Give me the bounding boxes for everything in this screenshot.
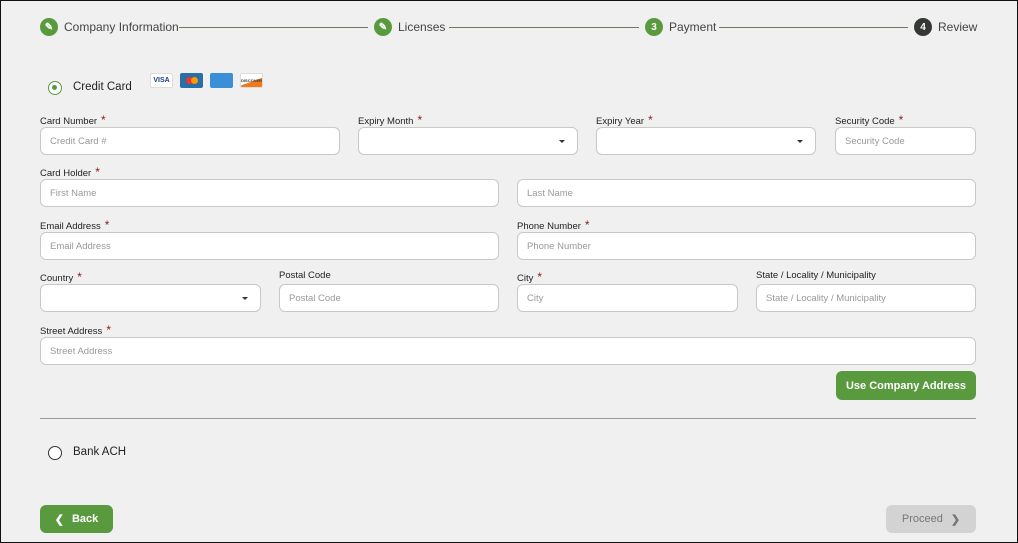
proceed-button[interactable]: Proceed ❯ (886, 505, 976, 533)
visa-logo: VISA (150, 73, 173, 88)
postal-code-label: Postal Code (279, 270, 331, 281)
expiry-year-label: Expiry Year * (596, 113, 653, 127)
step-connector (449, 27, 639, 28)
last-name-input[interactable]: Last Name (517, 179, 976, 207)
bank-ach-radio[interactable] (48, 446, 62, 460)
street-address-input[interactable]: Street Address (40, 337, 976, 365)
email-input[interactable]: Email Address (40, 232, 499, 260)
card-holder-label: Card Holder * (40, 165, 100, 179)
country-label: Country * (40, 270, 82, 284)
first-name-input[interactable]: First Name (40, 179, 499, 207)
step-connector (179, 27, 368, 28)
card-number-input[interactable]: Credit Card # (40, 127, 340, 155)
chevron-right-icon: ❯ (950, 513, 961, 526)
street-address-label: Street Address * (40, 323, 111, 337)
divider (40, 418, 976, 419)
security-code-input[interactable]: Security Code (835, 127, 976, 155)
state-label: State / Locality / Municipality (756, 270, 876, 281)
city-input[interactable]: City (517, 284, 738, 312)
step-licenses[interactable]: ✎ Licenses (374, 18, 445, 36)
bank-ach-label: Bank ACH (73, 446, 127, 458)
chevron-left-icon: ❮ (54, 513, 64, 526)
amex-logo (210, 73, 233, 88)
city-label: City * (517, 270, 543, 284)
state-input[interactable]: State / Locality / Municipality (756, 284, 976, 312)
discover-logo: DISCOVER (240, 73, 263, 88)
expiry-month-select[interactable] (358, 127, 578, 155)
mastercard-logo (180, 73, 203, 88)
step-review: 4 Review (914, 18, 977, 36)
phone-label: Phone Number * (517, 218, 590, 232)
step-payment: 3 Payment (645, 18, 716, 36)
card-number-label: Card Number * (40, 113, 106, 127)
pencil-icon: ✎ (40, 18, 58, 36)
step-company-information[interactable]: ✎ Company Information (40, 18, 179, 36)
step-connector (719, 27, 908, 28)
credit-card-radio[interactable] (48, 81, 62, 95)
pencil-icon: ✎ (374, 18, 392, 36)
expiry-year-select[interactable] (596, 127, 816, 155)
back-button[interactable]: ❮ Back (40, 505, 113, 533)
phone-input[interactable]: Phone Number (517, 232, 976, 260)
postal-code-input[interactable]: Postal Code (279, 284, 499, 312)
security-code-label: Security Code * (835, 113, 904, 127)
use-company-address-button[interactable]: Use Company Address (836, 371, 976, 400)
country-select[interactable] (40, 284, 261, 312)
expiry-month-label: Expiry Month * (358, 113, 423, 127)
credit-card-label: Credit Card (73, 81, 132, 93)
email-label: Email Address * (40, 218, 110, 232)
